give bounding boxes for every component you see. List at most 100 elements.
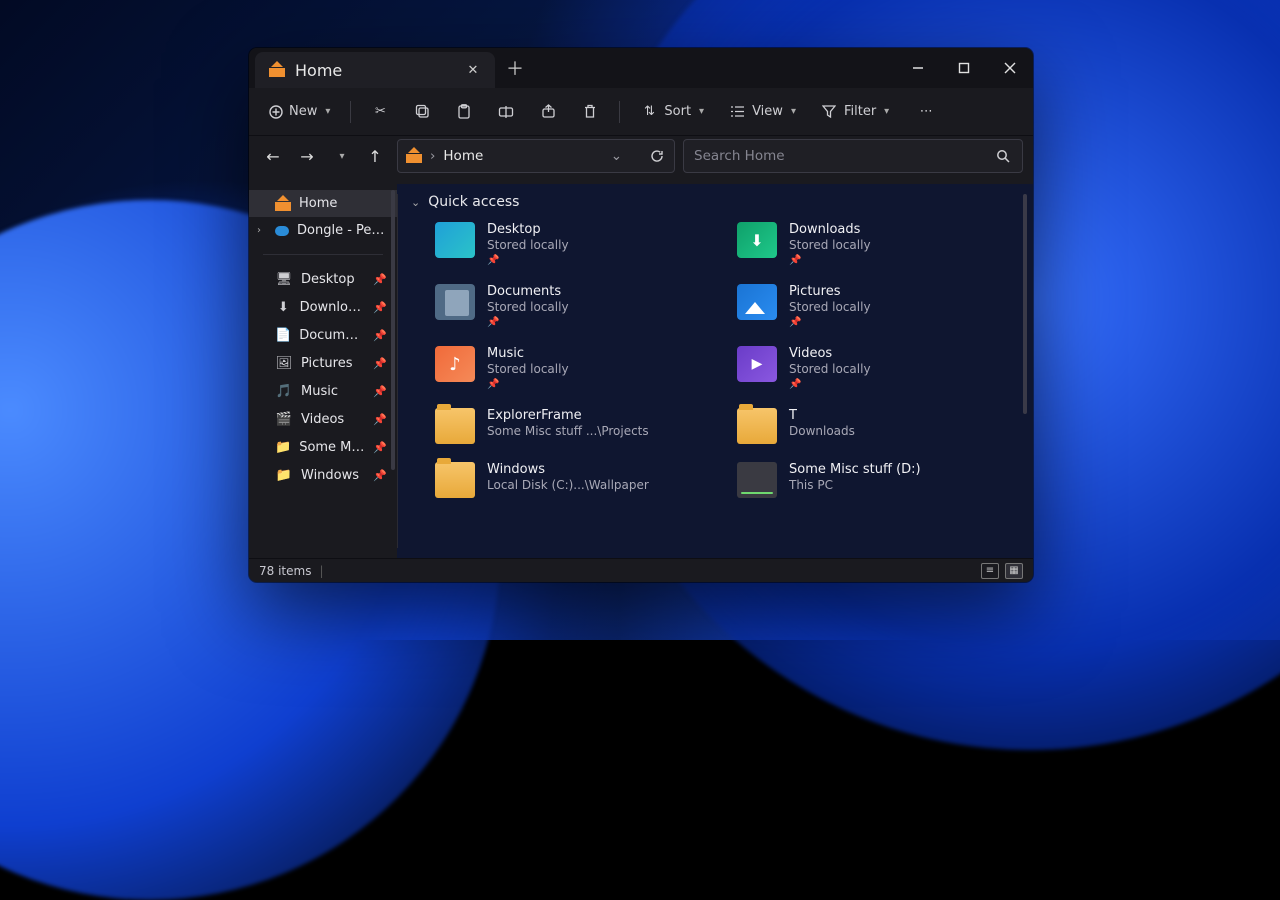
pin-icon: 📌 — [487, 317, 569, 328]
pin-icon: 📌 — [487, 255, 569, 266]
item-name: Music — [487, 346, 569, 361]
music-icon — [435, 346, 475, 382]
sidebar-item-label: Downloads — [300, 300, 366, 315]
item-subtitle: Stored locally — [789, 362, 871, 376]
paste-button[interactable] — [445, 98, 483, 126]
main-scrollbar[interactable] — [1023, 194, 1027, 548]
close-window-button[interactable] — [987, 48, 1033, 88]
sidebar-item-home[interactable]: Home — [249, 190, 397, 217]
view-icon — [728, 104, 746, 120]
close-tab-icon[interactable]: ✕ — [465, 62, 481, 78]
rename-button[interactable] — [487, 98, 525, 126]
tiles-view-button[interactable]: ▦ — [1005, 563, 1023, 579]
folder-icon: 📁 — [275, 439, 291, 455]
breadcrumb-root[interactable]: Home — [443, 148, 483, 164]
item-name: Downloads — [789, 222, 871, 237]
cut-button[interactable]: ✂ — [361, 98, 399, 126]
rename-icon — [497, 104, 515, 120]
sidebar-item-label: Music — [301, 384, 338, 399]
pin-icon: 📌 — [373, 329, 387, 342]
home-icon — [406, 149, 422, 163]
share-icon — [539, 104, 557, 120]
folder-icon — [435, 462, 475, 498]
up-button[interactable]: ↑ — [361, 142, 389, 170]
pin-icon: 📌 — [373, 413, 387, 426]
pin-icon: 📌 — [487, 379, 569, 390]
view-button[interactable]: View ▾ — [718, 98, 806, 126]
copy-icon — [413, 104, 431, 120]
titlebar: Home ✕ ＋ — [249, 48, 1033, 88]
search-icon[interactable] — [994, 148, 1012, 164]
chevron-right-icon: › — [430, 148, 435, 164]
videos-icon: 🎬 — [275, 411, 293, 427]
filter-button[interactable]: Filter ▾ — [810, 98, 899, 126]
address-bar[interactable]: › Home ⌄ — [397, 139, 675, 173]
quick-access-item[interactable]: T Downloads — [737, 408, 1019, 444]
new-tab-button[interactable]: ＋ — [495, 48, 535, 88]
delete-button[interactable] — [571, 98, 609, 126]
details-view-button[interactable]: ≡ — [981, 563, 999, 579]
pin-icon: 📌 — [789, 255, 871, 266]
chevron-down-icon: ▾ — [699, 106, 704, 117]
more-button[interactable]: ⋯ — [907, 98, 945, 126]
pin-icon: 📌 — [373, 469, 387, 482]
recent-button[interactable]: ▾ — [327, 142, 355, 170]
minimize-button[interactable] — [895, 48, 941, 88]
search-box[interactable] — [683, 139, 1023, 173]
documents-icon: 📄 — [275, 327, 291, 343]
item-name: Videos — [789, 346, 871, 361]
item-name: Documents — [487, 284, 569, 299]
item-subtitle: Downloads — [789, 424, 855, 438]
item-name: Pictures — [789, 284, 871, 299]
folder-icon: 📁 — [275, 467, 293, 483]
chevron-right-icon[interactable]: › — [257, 225, 261, 236]
sidebar-item-label: Videos — [301, 412, 344, 427]
refresh-icon[interactable] — [648, 148, 666, 164]
maximize-button[interactable] — [941, 48, 987, 88]
sidebar-item-videos[interactable]: 🎬 Videos 📌 — [249, 405, 397, 433]
quick-access-item[interactable]: Downloads Stored locally 📌 — [737, 222, 1019, 266]
sidebar-item-downloads[interactable]: ⬇ Downloads 📌 — [249, 293, 397, 321]
sidebar-item-label: Desktop — [301, 272, 355, 287]
sidebar-item-onedrive[interactable]: › Dongle - Person — [249, 217, 397, 244]
search-input[interactable] — [694, 148, 994, 164]
quick-access-item[interactable]: ExplorerFrame Some Misc stuff ...\Projec… — [435, 408, 717, 444]
downloads-icon: ⬇ — [275, 299, 292, 315]
quick-access-item[interactable]: Desktop Stored locally 📌 — [435, 222, 717, 266]
chevron-down-icon: ▾ — [791, 106, 796, 117]
sidebar-item-music[interactable]: 🎵 Music 📌 — [249, 377, 397, 405]
forward-button[interactable]: → — [293, 142, 321, 170]
section-header-quick-access[interactable]: ⌄ Quick access — [411, 194, 1019, 210]
quick-access-item[interactable]: Music Stored locally 📌 — [435, 346, 717, 390]
quick-access-item[interactable]: Documents Stored locally 📌 — [435, 284, 717, 328]
sidebar-scrollbar[interactable] — [391, 184, 395, 558]
share-button[interactable] — [529, 98, 567, 126]
file-explorer-window: Home ✕ ＋ New ▾ ✂ — [249, 48, 1033, 582]
sidebar-item-documents[interactable]: 📄 Documents 📌 — [249, 321, 397, 349]
main-pane: ⌄ Quick access Desktop Stored locally 📌 … — [397, 184, 1033, 558]
sidebar-item-desktop[interactable]: 🖥 Desktop 📌 — [249, 265, 397, 293]
tab-label: Home — [295, 61, 342, 80]
item-subtitle: Stored locally — [789, 238, 871, 252]
back-button[interactable]: ← — [259, 142, 287, 170]
sidebar-item-folder[interactable]: 📁 Some Misc stuff 📌 — [249, 433, 397, 461]
sidebar-item-folder[interactable]: 📁 Windows 📌 — [249, 461, 397, 489]
quick-access-item[interactable]: Windows Local Disk (C:)...\Wallpaper — [435, 462, 717, 498]
quick-access-item[interactable]: Videos Stored locally 📌 — [737, 346, 1019, 390]
new-button[interactable]: New ▾ — [259, 98, 340, 125]
quick-access-item[interactable]: Pictures Stored locally 📌 — [737, 284, 1019, 328]
scissors-icon: ✂ — [371, 104, 389, 120]
chevron-down-icon[interactable]: ⌄ — [611, 148, 622, 164]
quick-access-item[interactable]: Some Misc stuff (D:) This PC — [737, 462, 1019, 498]
sort-button[interactable]: ⇅ Sort ▾ — [630, 98, 714, 126]
sidebar-item-label: Windows — [301, 468, 359, 483]
sidebar-item-pictures[interactable]: 🖼 Pictures 📌 — [249, 349, 397, 377]
folder-icon — [435, 408, 475, 444]
chevron-down-icon: ▾ — [325, 106, 330, 117]
pictures-icon: 🖼 — [275, 355, 293, 371]
videos-icon — [737, 346, 777, 382]
item-subtitle: This PC — [789, 478, 921, 492]
copy-button[interactable] — [403, 98, 441, 126]
tab-home[interactable]: Home ✕ — [255, 52, 495, 88]
item-name: T — [789, 408, 855, 423]
